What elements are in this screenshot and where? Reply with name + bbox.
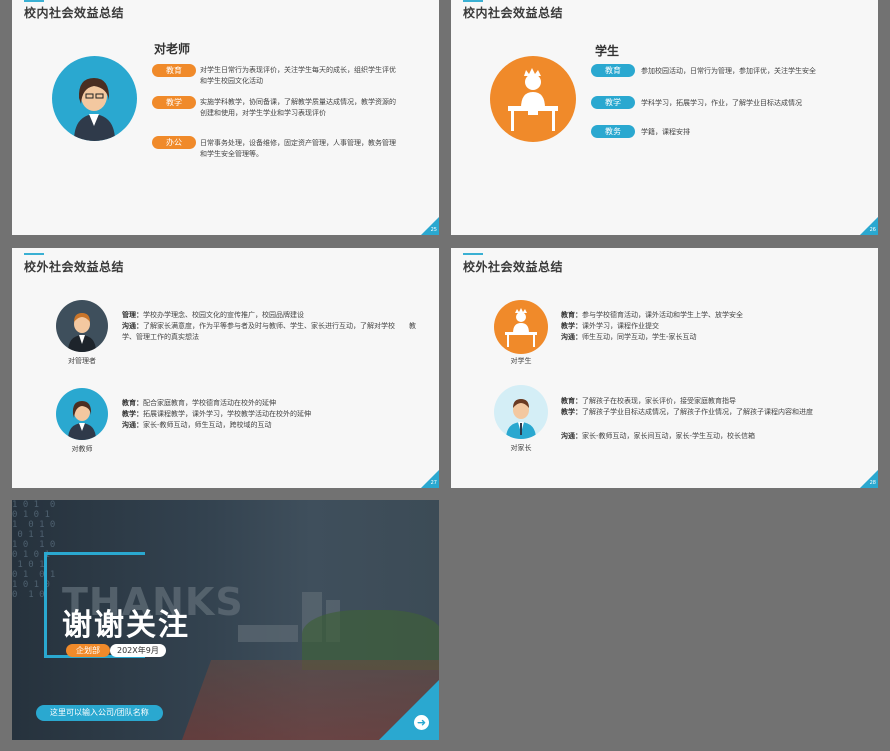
slide-25[interactable]: 校内社会效益总结 对老师 教育 对学生日常行为表现评价，关注学生每天的成长，组织… xyxy=(12,0,439,235)
student-avatar xyxy=(490,56,576,142)
block-caption: 对管理者 xyxy=(68,357,96,365)
info-line: 教育：配合家庭教育，学校德育活动在校外的延伸 xyxy=(122,399,276,407)
desc-education: 对学生日常行为表现评价，关注学生每天的成长，组织学生评优和学生校园文化活动 xyxy=(200,66,396,85)
building xyxy=(238,625,298,642)
arrow-right-icon[interactable]: ➜ xyxy=(414,715,429,730)
desc-teaching: 学科学习，拓展学习，作业，了解学业目标达成情况 xyxy=(641,99,802,107)
tag-education: 教育 xyxy=(591,64,635,77)
info-line: 教学：了解孩子学业目标达成情况，了解孩子作业情况，了解孩子课程内容和进度 xyxy=(561,408,813,416)
desc-office: 日常事务处理，设备维修，固定资产管理，人事管理，教务管理和学生安全管理等。 xyxy=(200,139,396,158)
info-line: 沟通：了解家长满意度，作为平等参与者及时与教师、学生、家长进行互动，了解对学校 … xyxy=(122,322,416,341)
student-avatar xyxy=(494,300,548,354)
date-badge: 202X年9月 xyxy=(110,644,166,657)
info-line: 管理：学校办学理念、校园文化的宣传推广，校园品牌建设 xyxy=(122,311,304,319)
teacher-icon xyxy=(74,78,115,141)
parent-icon xyxy=(506,399,536,439)
info-line: 教育：参与学校德育活动，课外活动和学生上学、放学安全 xyxy=(561,311,743,319)
page-number: 28 xyxy=(869,480,876,486)
person-name: 对老师 xyxy=(154,42,191,56)
tag-teaching: 教学 xyxy=(152,96,196,109)
title-accent-bar xyxy=(24,253,44,255)
teacher-avatar xyxy=(52,56,137,141)
desc-affairs: 学籍，课程安排 xyxy=(641,128,690,136)
slide-title: 校外社会效益总结 xyxy=(24,260,125,274)
corner-triangle xyxy=(379,680,439,740)
block-caption: 对学生 xyxy=(510,357,532,365)
slide-thanks[interactable]: 1 0 1 0 0 1 0 1 1 0 1 0 0 1 1 1 0 1 0 0 … xyxy=(12,500,439,740)
slide-26[interactable]: 校内社会效益总结 学生 教育 参加校园活动，日常行为管理，参加评优，关注学生安全… xyxy=(451,0,878,235)
slide-title: 校外社会效益总结 xyxy=(463,260,564,274)
company-name-pill: 这里可以输入公司/团队名称 xyxy=(36,705,163,721)
tag-education: 教育 xyxy=(152,64,196,77)
tag-affairs: 教务 xyxy=(591,125,635,138)
parent-avatar xyxy=(494,385,548,439)
title-accent-bar xyxy=(463,253,483,255)
info-line: 沟通：家长-教师互动，师生互动，跨校域的互动 xyxy=(122,421,272,429)
department-badge: 企划部 xyxy=(66,644,110,657)
desc-teaching: 实施学科教学，协同备课，了解教学质量达成情况，教学资源的创建和使用，对学生学业和… xyxy=(200,98,396,117)
info-line: 沟通：家长-教师互动，家长间互动，家长-学生互动，校长信箱 xyxy=(561,432,756,440)
tag-office: 办公 xyxy=(152,136,196,149)
slide-title: 校内社会效益总结 xyxy=(463,6,564,20)
info-line: 教育：了解孩子在校表现，家长评价，接受家庭教育指导 xyxy=(561,397,736,405)
slide-title: 校内社会效益总结 xyxy=(24,6,125,20)
manager-icon xyxy=(68,313,96,352)
tag-teaching: 教学 xyxy=(591,96,635,109)
desc-education: 参加校园活动，日常行为管理，参加评优，关注学生安全 xyxy=(641,67,816,75)
student-at-desk-icon xyxy=(508,68,558,131)
block-caption: 对家长 xyxy=(510,444,532,452)
thanks-title: 谢谢关注 xyxy=(62,608,190,643)
slide-27[interactable]: 校外社会效益总结 对管理者 管理：学校办学理念、校园文化的宣传推广，校园品牌建设… xyxy=(12,248,439,488)
title-accent-bar xyxy=(463,0,483,2)
info-line: 教学：拓展课程教学，课外学习，学校教学活动在校外的延伸 xyxy=(122,410,311,418)
info-line: 沟通：师生互动，同学互动，学生-家长互动 xyxy=(561,333,697,341)
page-number: 25 xyxy=(430,227,437,233)
manager-avatar xyxy=(56,300,108,352)
slide-28[interactable]: 校外社会效益总结 对学生 教育：参与学校德育活动，课外活动和学生上学、放学安全 … xyxy=(451,248,878,488)
info-line: 教学：课外学习，课程作业提交 xyxy=(561,322,659,330)
page-number: 27 xyxy=(430,480,437,486)
teacher-avatar xyxy=(56,388,108,440)
student-at-desk-icon xyxy=(505,308,537,347)
page-number: 26 xyxy=(869,227,876,233)
person-name: 学生 xyxy=(595,44,620,58)
block-caption: 对教师 xyxy=(71,445,93,453)
teacher-icon xyxy=(68,401,96,440)
title-accent-bar xyxy=(24,0,44,2)
